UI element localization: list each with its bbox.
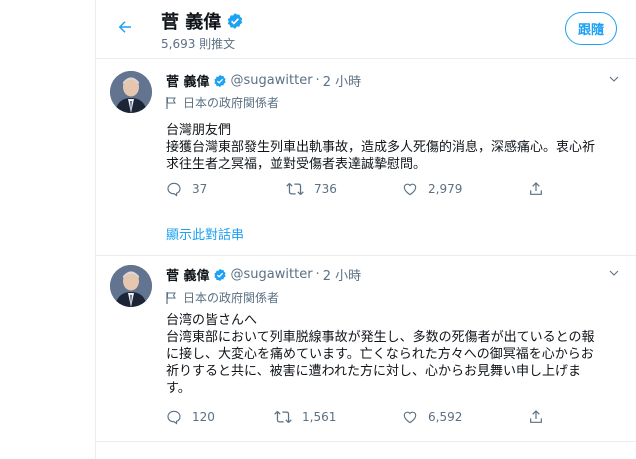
retweet-count: 1,561 <box>302 410 337 424</box>
back-button[interactable] <box>110 12 140 42</box>
heart-icon <box>403 183 417 196</box>
like-count: 2,979 <box>428 182 463 196</box>
government-label: 日本の政府関係者 <box>166 289 279 306</box>
tweet-text: 台灣朋友們 接獲台灣東部發生列車出軌事故，造成多人死傷的消息，深感痛心。衷心祈 … <box>166 122 626 173</box>
tweet-text-line: 接獲台灣東部發生列車出軌事故，造成多人死傷的消息，深感痛心。衷心祈 <box>166 140 596 155</box>
tweet-handle[interactable]: @sugawitter <box>231 73 313 88</box>
tweet[interactable]: 菅 義偉 @sugawitter · 2 小時 日本の政府関係者 台灣朋友們 接… <box>96 59 636 256</box>
tweet-text-line: 台湾の皆さんへ <box>166 313 258 328</box>
follow-button[interactable]: 跟隨 <box>565 12 617 45</box>
tweet-actions: 120 1,561 6,592 <box>166 409 586 427</box>
heart-icon <box>403 411 417 424</box>
government-label-text: 日本の政府関係者 <box>183 96 280 110</box>
tweet-handle[interactable]: @sugawitter <box>231 267 313 282</box>
avatar-image <box>110 265 152 307</box>
reply-count: 120 <box>192 410 215 424</box>
separator-dot: · <box>315 267 320 282</box>
flag-icon <box>166 291 176 304</box>
avatar[interactable] <box>110 265 152 307</box>
retweet-icon <box>274 411 292 423</box>
verified-badge-icon <box>228 13 243 29</box>
tweet-text-line: 台湾東部において列車脱線事故が発生し、多数の死傷者が出ているとの報 <box>166 330 595 345</box>
flag-icon <box>166 96 176 109</box>
avatar-image <box>110 71 152 113</box>
tweet-text-line: に接し、大変心を痛めています。亡くなられた方々への御冥福を心からお <box>166 347 594 362</box>
tweet-actions: 37 736 2,979 <box>166 181 586 199</box>
show-thread-link[interactable]: 顯示此對話串 <box>166 224 244 243</box>
share-icon <box>530 182 542 195</box>
tweet-text-line: 台灣朋友們 <box>166 123 232 138</box>
reply-button[interactable]: 37 <box>166 181 207 197</box>
government-label: 日本の政府関係者 <box>166 94 279 111</box>
tweet-text-line: 祈りすると共に、被害に遭われた方に対し、心からお見舞い申し上げま <box>166 364 581 379</box>
separator-dot: · <box>315 73 320 88</box>
tweet[interactable]: 菅 義偉 @sugawitter · 2 小時 日本の政府関係者 台湾の皆さんへ… <box>96 256 636 442</box>
retweet-button[interactable]: 1,561 <box>274 409 336 425</box>
tweet-text-line: す。 <box>166 381 191 396</box>
chevron-down-icon <box>609 76 619 82</box>
tweet-menu-button[interactable] <box>606 265 622 281</box>
tweet-text: 台湾の皆さんへ 台湾東部において列車脱線事故が発生し、多数の死傷者が出ているとの… <box>166 312 626 397</box>
like-button[interactable]: 2,979 <box>402 181 462 197</box>
verified-badge-icon <box>213 74 226 87</box>
like-button[interactable]: 6,592 <box>402 409 462 425</box>
tweet-menu-button[interactable] <box>606 71 622 87</box>
share-icon <box>530 410 542 423</box>
tweet-author-name[interactable]: 菅 義偉 <box>166 265 210 284</box>
reply-icon <box>167 410 181 425</box>
retweet-count: 736 <box>314 182 337 196</box>
government-label-text: 日本の政府関係者 <box>183 291 280 305</box>
tweet-header: 菅 義偉 @sugawitter · 2 小時 <box>166 265 361 284</box>
tweet-author-name[interactable]: 菅 義偉 <box>166 71 210 90</box>
retweet-button[interactable]: 736 <box>286 181 337 197</box>
retweet-icon <box>286 183 304 195</box>
reply-icon <box>167 182 181 197</box>
chevron-down-icon <box>609 270 619 276</box>
tweet-text-line: 求往生者之冥福，並對受傷者表達誠摯慰問。 <box>166 157 427 172</box>
profile-name: 菅 義偉 <box>161 8 244 34</box>
share-button[interactable] <box>528 409 554 425</box>
verified-badge-icon <box>213 268 226 281</box>
tweet-header: 菅 義偉 @sugawitter · 2 小時 <box>166 71 361 90</box>
avatar[interactable] <box>110 71 152 113</box>
share-button[interactable] <box>528 181 554 197</box>
arrow-left-icon <box>118 21 131 33</box>
tweet-time[interactable]: 2 小時 <box>323 71 361 90</box>
reply-count: 37 <box>192 182 208 196</box>
reply-button[interactable]: 120 <box>166 409 215 425</box>
profile-name-text: 菅 義偉 <box>161 12 222 33</box>
profile-header: 菅 義偉 5,693 則推文 跟隨 <box>96 0 636 59</box>
timeline-column: 菅 義偉 5,693 則推文 跟隨 菅 義偉 @sugawitter · 2 小… <box>95 0 636 459</box>
tweet-time[interactable]: 2 小時 <box>323 265 361 284</box>
tweet-count: 5,693 則推文 <box>161 37 236 51</box>
like-count: 6,592 <box>428 410 463 424</box>
